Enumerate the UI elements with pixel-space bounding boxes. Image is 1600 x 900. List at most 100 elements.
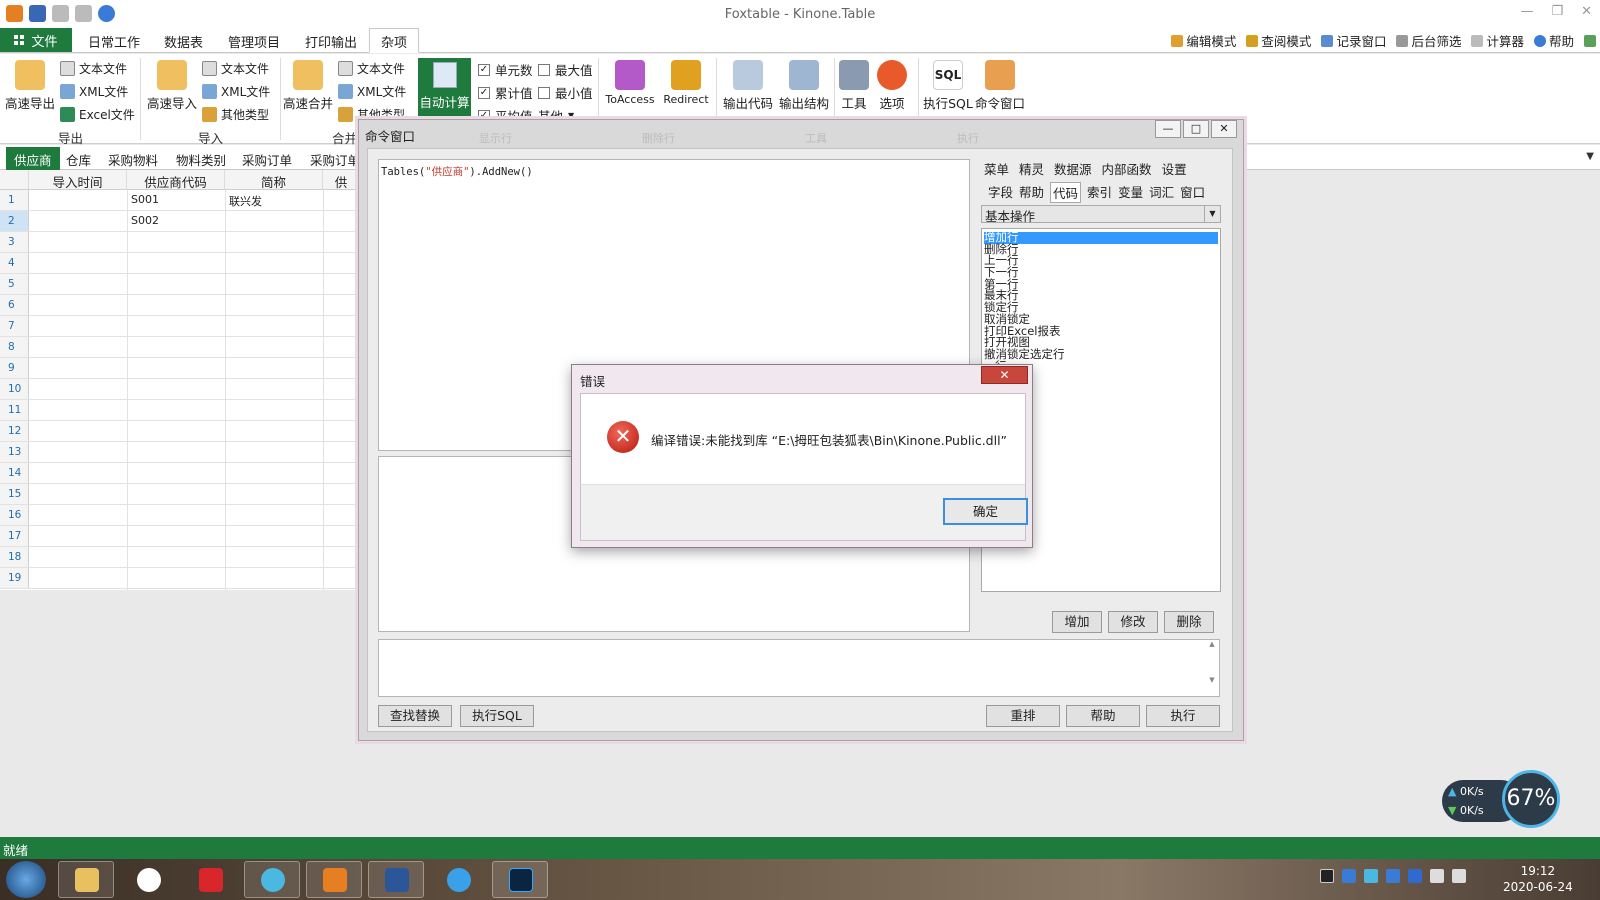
checkbox-cell-count[interactable]: ✓ 单元数	[478, 60, 533, 79]
export-text-file[interactable]: 文本文件	[60, 60, 127, 77]
view-mode-button[interactable]: 查阅模式	[1246, 31, 1311, 50]
close-icon[interactable]: ✕	[1581, 4, 1592, 19]
row-number[interactable]: 16	[0, 505, 29, 525]
minimize-icon[interactable]: —	[1155, 120, 1181, 138]
tab-index[interactable]: 索引	[1087, 182, 1112, 203]
tray-flag-icon[interactable]	[1430, 869, 1444, 883]
table-row[interactable]: 12	[0, 421, 360, 442]
table-row[interactable]: 19	[0, 568, 360, 589]
row-number[interactable]: 2	[0, 211, 29, 231]
minimize-icon[interactable]: —	[1520, 4, 1533, 19]
grid-corner[interactable]	[0, 170, 29, 190]
cell-supplier-code[interactable]: S002	[131, 214, 159, 227]
table-row[interactable]: 16	[0, 505, 360, 526]
taskbar-browser[interactable]	[244, 861, 300, 898]
row-number[interactable]: 12	[0, 421, 29, 441]
column-header[interactable]: 简称	[225, 170, 323, 190]
table-row[interactable]: 1 S001 联兴发	[0, 190, 360, 211]
tab-data-table[interactable]: 数据表	[164, 32, 203, 51]
table-row[interactable]: 3	[0, 232, 360, 253]
tab-wizard[interactable]: 精灵	[1019, 159, 1044, 178]
taskbar-foxtable[interactable]	[306, 861, 362, 898]
maximize-icon[interactable]: □	[1183, 120, 1209, 138]
sheet-tab-material-category[interactable]: 物料类别	[176, 150, 226, 169]
sheet-tab-supplier[interactable]: 供应商	[6, 147, 60, 170]
table-row[interactable]: 17	[0, 526, 360, 547]
column-header[interactable]: 供	[323, 170, 360, 190]
calculator-button[interactable]: 计算器	[1471, 31, 1524, 50]
taskbar-clock[interactable]: 19:12 2020-06-24	[1503, 863, 1573, 895]
to-access-button[interactable]: ToAccess	[602, 60, 658, 106]
table-row[interactable]: 11	[0, 400, 360, 421]
row-number[interactable]: 10	[0, 379, 29, 399]
tab-builtin-functions[interactable]: 内部函数	[1102, 159, 1152, 178]
table-row[interactable]: 4	[0, 253, 360, 274]
redirect-button[interactable]: Redirect	[658, 60, 714, 106]
edit-mode-button[interactable]: 编辑模式	[1171, 31, 1236, 50]
list-item[interactable]: 最末行	[984, 290, 1218, 302]
output-structure-button[interactable]: 输出结构	[776, 60, 832, 112]
tray-shield-icon[interactable]	[1386, 869, 1400, 883]
tray-volume-icon[interactable]	[1452, 869, 1466, 883]
cell-short-name[interactable]: 联兴发	[229, 193, 262, 209]
row-number[interactable]: 19	[0, 568, 29, 588]
file-menu-tab[interactable]: 文件	[0, 28, 72, 52]
help-button[interactable]: 帮助	[1533, 31, 1574, 50]
network-monitor-widget[interactable]: ▲ 0K/s ▼ 0K/s 67%	[1442, 770, 1560, 832]
list-item[interactable]: 上一行	[984, 255, 1218, 267]
tab-fields[interactable]: 字段	[988, 182, 1013, 203]
row-number[interactable]: 7	[0, 316, 29, 336]
options-button[interactable]: 选项	[870, 60, 914, 112]
execute-sql-bottom-button[interactable]: 执行SQL	[460, 705, 534, 727]
sheet-tab-materials[interactable]: 采购物料	[108, 150, 158, 169]
restore-icon[interactable]: ❐	[1551, 4, 1563, 19]
taskbar-app-red[interactable]	[182, 861, 238, 898]
help-bottom-button[interactable]: 帮助	[1066, 705, 1140, 727]
modify-button[interactable]: 修改	[1108, 611, 1158, 633]
sheet-tab-purchase-order-2[interactable]: 采购订单	[310, 150, 360, 169]
tab-help[interactable]: 帮助	[1019, 182, 1044, 203]
fast-import-button[interactable]: 高速导入	[146, 60, 198, 112]
table-row[interactable]: 14	[0, 463, 360, 484]
cell-supplier-code[interactable]: S001	[131, 193, 159, 206]
table-row[interactable]: 5	[0, 274, 360, 295]
import-text-file[interactable]: 文本文件	[202, 60, 269, 77]
output-code-button[interactable]: 输出代码	[720, 60, 776, 112]
merge-xml-file[interactable]: XML文件	[338, 83, 406, 100]
tray-browser-icon[interactable]	[1364, 869, 1378, 883]
table-row[interactable]: 8	[0, 337, 360, 358]
row-number[interactable]: 15	[0, 484, 29, 504]
checkbox-min[interactable]: 最小值	[538, 83, 593, 102]
users-button[interactable]	[1584, 31, 1596, 50]
tab-misc[interactable]: 杂项	[369, 28, 420, 53]
list-item[interactable]: 第一行	[984, 278, 1218, 291]
import-other-type[interactable]: 其他类型	[202, 106, 269, 123]
column-header[interactable]: 供应商代码	[127, 170, 225, 190]
checkbox-cumulative[interactable]: ✓ 累计值	[478, 83, 533, 102]
row-number[interactable]: 8	[0, 337, 29, 357]
list-item[interactable]: 增加行	[984, 231, 1218, 244]
table-row[interactable]: 18	[0, 547, 360, 568]
delete-button[interactable]: 删除	[1164, 611, 1214, 633]
checkbox-max[interactable]: 最大值	[538, 60, 593, 79]
taskbar-word[interactable]	[368, 861, 424, 898]
row-number[interactable]: 4	[0, 253, 29, 273]
background-filter-button[interactable]: 后台筛选	[1396, 31, 1461, 50]
fast-export-button[interactable]: 高速导出	[4, 60, 56, 112]
execute-sql-button[interactable]: SQL 执行SQL	[920, 60, 976, 112]
scrollbar[interactable]: ▲ ▼	[1205, 640, 1219, 696]
import-xml-file[interactable]: XML文件	[202, 83, 270, 100]
table-row[interactable]: 6	[0, 295, 360, 316]
sheet-tab-purchase-order[interactable]: 采购订单	[242, 150, 292, 169]
find-replace-button[interactable]: 查找替换	[378, 705, 452, 727]
row-number[interactable]: 17	[0, 526, 29, 546]
row-number[interactable]: 1	[0, 190, 29, 210]
tab-code[interactable]: 代码	[1050, 182, 1082, 203]
row-number[interactable]: 9	[0, 358, 29, 378]
sheet-tab-warehouse[interactable]: 仓库	[66, 150, 91, 169]
tray-network-icon[interactable]	[1342, 869, 1356, 883]
row-number[interactable]: 13	[0, 442, 29, 462]
merge-text-file[interactable]: 文本文件	[338, 60, 405, 77]
export-xml-file[interactable]: XML文件	[60, 83, 128, 100]
tray-ime-icon[interactable]	[1408, 869, 1422, 883]
